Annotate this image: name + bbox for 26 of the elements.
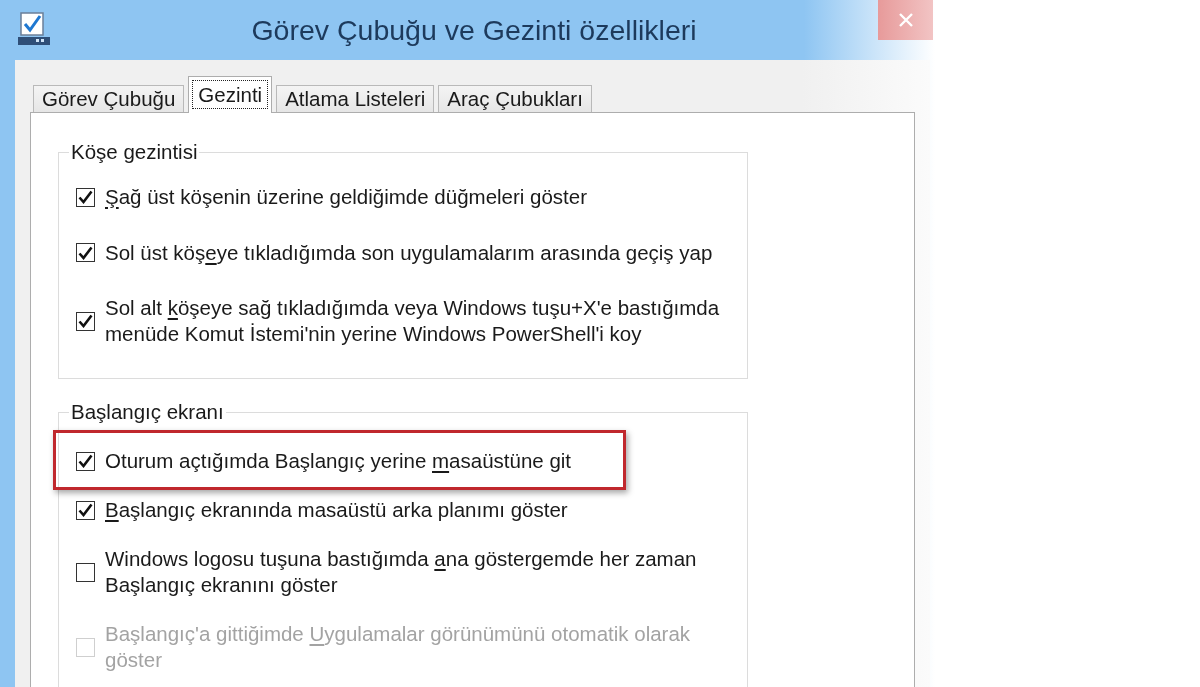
checkbox[interactable] (76, 311, 95, 331)
checkbox-label[interactable]: Şağ üst köşenin üzerine geldiğimde düğmeleri göster (105, 184, 588, 210)
tab[interactable]: Görev Çubuğu (33, 85, 185, 112)
checkbox-label[interactable]: Sol üst köşeye tıkladığımda son uygulamalarım arasında geçiş yap (105, 239, 713, 266)
checkbox-label[interactable]: Sol alt köşeye sağ tıkladığımda veya Windows tuşu+X'e bastığımda menüde Komut İstemi'nin yerine Windows PowerShell'i koy (105, 295, 735, 347)
checkbox[interactable] (76, 451, 95, 471)
window-title: Görev Çubuğu ve Gezinti özellikleri (251, 13, 697, 48)
checkbox[interactable] (76, 187, 95, 207)
checkbox-label[interactable]: Windows logosu tuşuna bastığımda ana göstergemde her zaman Başlangıç ekranını göster (105, 546, 735, 598)
checkbox[interactable] (76, 562, 95, 582)
checkmark-icon (78, 503, 93, 517)
close-icon (897, 12, 914, 28)
checkmark-icon (78, 245, 93, 260)
checkbox[interactable] (76, 243, 95, 262)
checkmark-icon (78, 454, 93, 468)
tab[interactable]: Atlama Listeleri (276, 85, 435, 112)
checked-box-icon (18, 12, 50, 45)
group-title: Köşe gezintisi (70, 141, 199, 163)
tab[interactable]: Araç Çubukları (438, 85, 592, 112)
tab[interactable]: Gezinti (188, 76, 273, 113)
checkbox-label[interactable]: Başlangıç ekranında masaüstü arka planımı göster (105, 497, 568, 523)
checkmark-icon (78, 190, 93, 204)
checkbox-label[interactable]: Oturum açtığımda Başlangıç yerine masaüstüne git (105, 448, 572, 474)
checkbox[interactable] (76, 500, 95, 520)
checkmark-icon (78, 314, 93, 328)
group-title: Başlangıç ekranı (70, 401, 225, 423)
